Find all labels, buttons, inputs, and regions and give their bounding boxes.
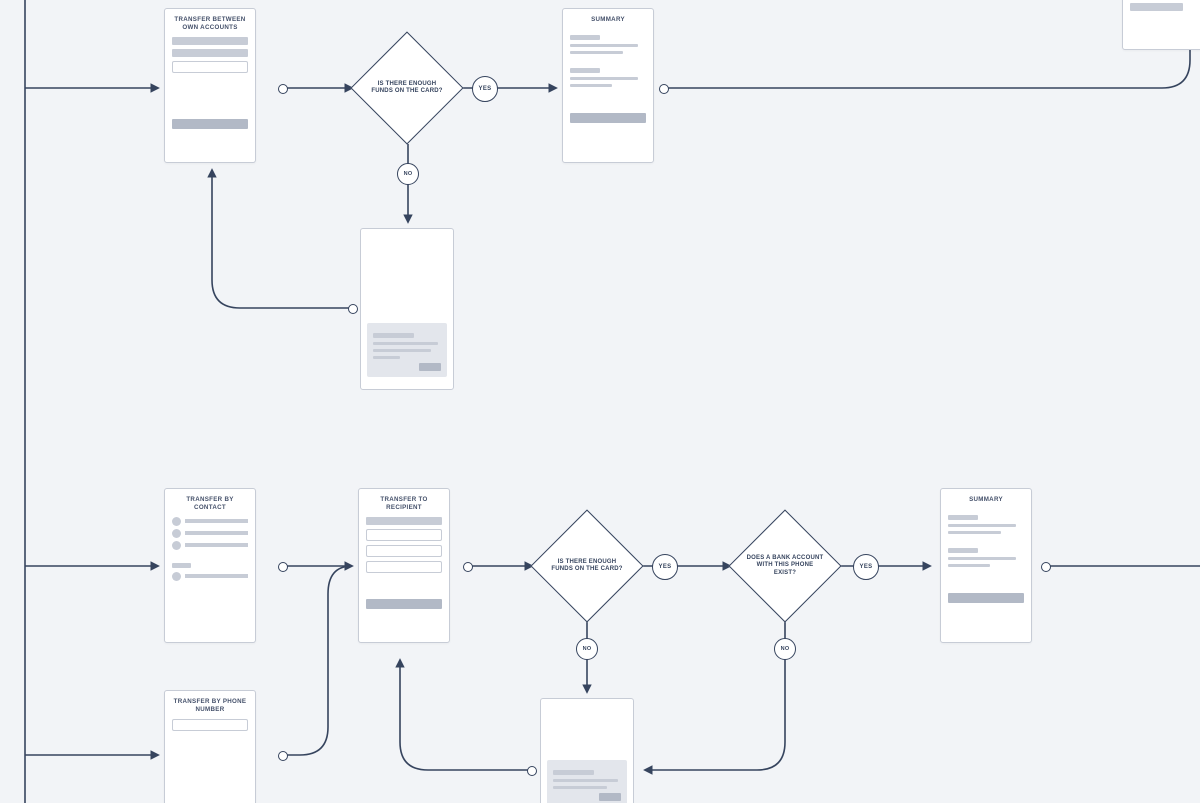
placeholder-bar [948, 557, 1016, 560]
placeholder-button [366, 599, 442, 609]
placeholder-button [419, 363, 441, 371]
placeholder-bar [948, 548, 978, 553]
contact-row [172, 541, 248, 550]
card-transfer-to-recipient: TRANSFER TO RECIPIENT [358, 488, 450, 643]
decision-enough-funds: IS THERE ENOUGH FUNDS ON THE CARD? [352, 33, 462, 143]
port [278, 751, 288, 761]
placeholder-bar [948, 515, 978, 520]
placeholder-input [172, 719, 248, 731]
placeholder-bar [570, 51, 623, 54]
bottom-sheet [547, 760, 627, 803]
port [278, 84, 288, 94]
decision-label: IS THERE ENOUGH FUNDS ON THE CARD? [547, 559, 627, 574]
placeholder-bar [948, 531, 1001, 534]
port [1041, 562, 1051, 572]
placeholder-input [172, 61, 248, 73]
pill-no: NO [774, 638, 796, 660]
port [348, 304, 358, 314]
decision-label: IS THERE ENOUGH FUNDS ON THE CARD? [367, 81, 447, 96]
placeholder-bar [172, 563, 191, 568]
placeholder-bar [1130, 3, 1183, 11]
placeholder-button [948, 593, 1024, 603]
placeholder-button [570, 113, 646, 123]
placeholder-input [366, 545, 442, 557]
pill-yes: YES [472, 76, 498, 102]
decision-account-exists: DOES A BANK ACCOUNT WITH THIS PHONE EXIS… [730, 511, 840, 621]
card-title: TRANSFER BY PHONE NUMBER [172, 698, 248, 714]
placeholder-button [172, 119, 248, 129]
contact-row [172, 572, 248, 581]
card-title: SUMMARY [948, 496, 1024, 510]
card-error-not-enough-funds [360, 228, 454, 390]
placeholder-input [366, 561, 442, 573]
port [278, 562, 288, 572]
bottom-sheet [367, 323, 447, 377]
card-summary: SUMMARY [562, 8, 654, 163]
card-transfer-by-contact: TRANSFER BY CONTACT [164, 488, 256, 643]
decision-enough-funds: IS THERE ENOUGH FUNDS ON THE CARD? [532, 511, 642, 621]
contact-row [172, 529, 248, 538]
placeholder-button [599, 793, 621, 801]
pill-no: NO [397, 163, 419, 185]
port [463, 562, 473, 572]
pill-yes: YES [853, 554, 879, 580]
placeholder-bar [948, 564, 990, 567]
placeholder-bar [948, 524, 1016, 527]
placeholder-bar [570, 77, 638, 80]
contact-row [172, 517, 248, 526]
card-title: TRANSFER BETWEEN OWN ACCOUNTS [172, 16, 248, 32]
placeholder-bar [570, 44, 638, 47]
pill-yes: YES [652, 554, 678, 580]
card-summary: SUMMARY [940, 488, 1032, 643]
card-offscreen [1122, 0, 1200, 50]
placeholder-bar [570, 84, 612, 87]
placeholder-bar [172, 49, 248, 57]
pill-no: NO [576, 638, 598, 660]
card-title: TRANSFER BY CONTACT [172, 496, 248, 512]
card-transfer-own-accounts: TRANSFER BETWEEN OWN ACCOUNTS [164, 8, 256, 163]
card-transfer-by-phone: TRANSFER BY PHONE NUMBER [164, 690, 256, 803]
placeholder-bar [570, 35, 600, 40]
port [527, 766, 537, 776]
placeholder-input [366, 529, 442, 541]
placeholder-bar [366, 517, 442, 525]
card-title: SUMMARY [570, 16, 646, 30]
placeholder-bar [172, 37, 248, 45]
card-title: TRANSFER TO RECIPIENT [366, 496, 442, 512]
port [659, 84, 669, 94]
placeholder-bar [570, 68, 600, 73]
decision-label: DOES A BANK ACCOUNT WITH THIS PHONE EXIS… [745, 555, 825, 578]
card-error-not-enough-funds [540, 698, 634, 803]
